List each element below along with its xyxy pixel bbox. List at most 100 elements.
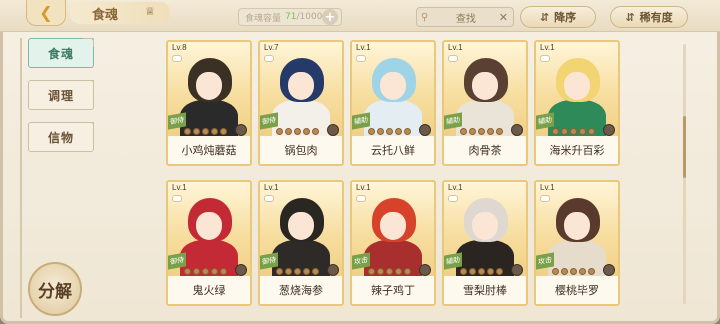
card-name: 辣子鸡丁 [352, 276, 434, 304]
element-badge-icon [327, 124, 339, 136]
food-soul-card[interactable]: Lv.1 攻击 辣子鸡丁 [350, 180, 436, 306]
card-name: 海米升百彩 [536, 136, 618, 164]
star-icon [469, 268, 476, 275]
scrollbar-thumb[interactable] [683, 116, 686, 178]
card-level: Lv.1 [172, 183, 187, 192]
tab-food-souls[interactable]: 食魂 [28, 38, 94, 68]
character-face [380, 72, 406, 100]
star-icon [294, 128, 301, 135]
cloud-icon [540, 55, 550, 62]
star-icon [202, 268, 209, 275]
decompose-label: 分解 [38, 281, 72, 302]
capacity-max: /1000 [296, 12, 323, 22]
star-icon [377, 128, 384, 135]
star-icon [552, 268, 559, 275]
character-face [288, 212, 314, 240]
character-face [196, 212, 222, 240]
food-soul-card[interactable]: Lv.1 御侍 鬼火绿 [166, 180, 252, 306]
star-rating [368, 268, 411, 275]
food-soul-card[interactable]: Lv.1 辅助 雪梨肘棒 [442, 180, 528, 306]
search-icon: ⚲ [421, 11, 429, 23]
cloud-icon [356, 55, 366, 62]
star-rating [184, 268, 227, 275]
character-face [288, 72, 314, 100]
star-icon [588, 128, 595, 135]
star-rating [460, 128, 503, 135]
element-badge-icon [235, 264, 247, 276]
search-input[interactable]: ⚲ 查找 ✕ [416, 7, 514, 27]
food-soul-card[interactable]: Lv.1 辅助 海米升百彩 [534, 40, 620, 166]
character-face [380, 212, 406, 240]
star-icon [395, 128, 402, 135]
card-level: Lv.1 [264, 183, 279, 192]
card-name: 葱烧海参 [260, 276, 342, 304]
character-face [196, 72, 222, 100]
card-name: 樱桃毕罗 [536, 276, 618, 304]
cloud-icon [448, 195, 458, 202]
grid-scrollbar[interactable] [683, 44, 686, 304]
chevron-left-icon: ❮ [39, 3, 53, 22]
tab-label: 食魂 [47, 46, 74, 61]
star-icon [552, 128, 559, 135]
star-rating [460, 268, 503, 275]
card-level: Lv.1 [448, 183, 463, 192]
capacity-label: 食魂容量 [245, 13, 282, 24]
star-icon [386, 268, 393, 275]
cloud-icon [264, 195, 274, 202]
food-soul-card[interactable]: Lv.8 御侍 小鸡炖蘑菇 [166, 40, 252, 166]
star-icon [276, 128, 283, 135]
cloud-icon [264, 55, 274, 62]
sort-icon: ⇵ [625, 10, 635, 24]
star-icon [303, 268, 310, 275]
rarity-filter-label: 稀有度 [639, 11, 673, 24]
star-icon [312, 268, 319, 275]
star-icon [294, 268, 301, 275]
card-level: Lv.1 [540, 183, 555, 192]
back-button[interactable]: ❮ [26, 0, 66, 26]
star-icon [570, 268, 577, 275]
food-soul-card[interactable]: Lv.7 御侍 锅包肉 [258, 40, 344, 166]
star-icon [496, 268, 503, 275]
close-icon[interactable]: ✕ [499, 11, 508, 24]
star-icon [276, 268, 283, 275]
star-icon [211, 128, 218, 135]
star-icon [377, 268, 384, 275]
star-icon [285, 128, 292, 135]
food-soul-card[interactable]: Lv.1 辅助 肉骨茶 [442, 40, 528, 166]
element-badge-icon [603, 264, 615, 276]
star-icon [469, 128, 476, 135]
star-icon [561, 268, 568, 275]
card-level: Lv.1 [540, 43, 555, 52]
star-rating [552, 128, 595, 135]
character-face [472, 72, 498, 100]
star-rating [276, 128, 319, 135]
tab-cooking[interactable]: 调理 [28, 80, 94, 110]
star-rating [276, 268, 319, 275]
card-name: 云托八鲜 [352, 136, 434, 164]
crown-icon[interactable]: ♕ [145, 6, 159, 18]
top-bar: ❮ 食魂 ♕ 食魂容量 71/1000 + ⚲ 查找 ✕ ⇵ 降序 ⇵ 稀有度 [0, 0, 720, 32]
card-name: 鬼火绿 [168, 276, 250, 304]
add-capacity-button[interactable]: + [322, 9, 338, 25]
star-icon [404, 128, 411, 135]
star-icon [460, 128, 467, 135]
tab-tokens[interactable]: 信物 [28, 122, 94, 152]
food-soul-card[interactable]: Lv.1 御侍 葱烧海参 [258, 180, 344, 306]
star-rating [184, 128, 227, 135]
character-face [564, 72, 590, 100]
sidebar-rail [20, 38, 22, 318]
search-placeholder: 查找 [455, 13, 476, 25]
star-icon [184, 128, 191, 135]
cloud-icon [172, 195, 182, 202]
sort-order-button[interactable]: ⇵ 降序 [520, 6, 596, 28]
rarity-filter-button[interactable]: ⇵ 稀有度 [610, 6, 688, 28]
food-soul-card[interactable]: Lv.1 攻击 樱桃毕罗 [534, 180, 620, 306]
food-soul-card[interactable]: Lv.1 辅助 云托八鲜 [350, 40, 436, 166]
tab-label: 信物 [47, 130, 74, 145]
sort-order-label: 降序 [554, 11, 577, 24]
star-icon [211, 268, 218, 275]
star-icon [285, 268, 292, 275]
card-level: Lv.8 [172, 43, 187, 52]
decompose-button[interactable]: 分解 [28, 262, 82, 316]
element-badge-icon [419, 264, 431, 276]
